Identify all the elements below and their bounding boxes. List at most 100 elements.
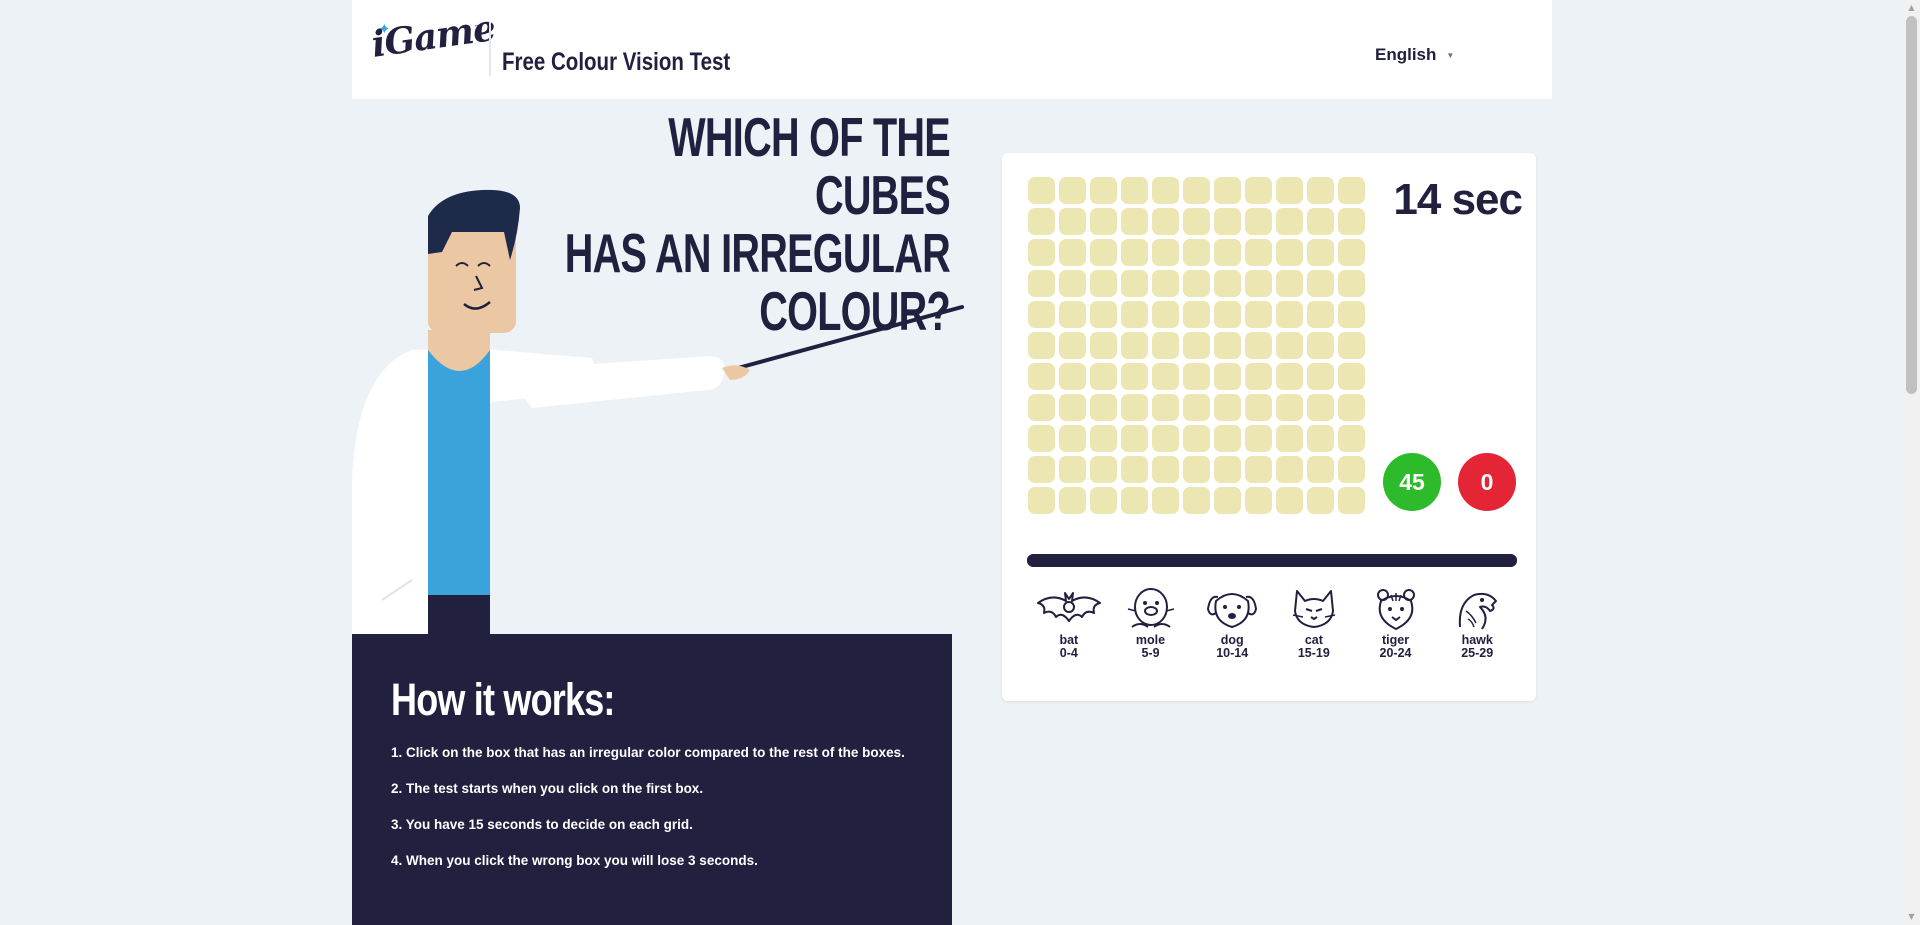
grid-cell[interactable] (1059, 301, 1086, 328)
grid-cell[interactable] (1121, 487, 1148, 514)
grid-cell[interactable] (1059, 394, 1086, 421)
grid-cell[interactable] (1214, 332, 1241, 359)
grid-cell[interactable] (1059, 270, 1086, 297)
grid-cell[interactable] (1338, 239, 1365, 266)
grid-cell[interactable] (1152, 363, 1179, 390)
grid-cell[interactable] (1183, 239, 1210, 266)
grid-cell[interactable] (1152, 487, 1179, 514)
grid-cell[interactable] (1183, 425, 1210, 452)
grid-cell[interactable] (1121, 425, 1148, 452)
grid-cell[interactable] (1090, 301, 1117, 328)
grid-cell[interactable] (1028, 301, 1055, 328)
grid-cell[interactable] (1183, 301, 1210, 328)
grid-cell[interactable] (1276, 208, 1303, 235)
grid-cell[interactable] (1214, 270, 1241, 297)
grid-cell[interactable] (1307, 456, 1334, 483)
language-selector[interactable]: English ▼ (1375, 45, 1454, 65)
grid-cell[interactable] (1028, 394, 1055, 421)
grid-cell[interactable] (1090, 363, 1117, 390)
grid-cell[interactable] (1059, 363, 1086, 390)
grid-cell[interactable] (1276, 177, 1303, 204)
grid-cell[interactable] (1152, 208, 1179, 235)
grid-cell[interactable] (1245, 177, 1272, 204)
grid-cell[interactable] (1338, 394, 1365, 421)
grid-cell[interactable] (1090, 270, 1117, 297)
grid-cell[interactable] (1276, 301, 1303, 328)
grid-cell[interactable] (1183, 394, 1210, 421)
grid-cell[interactable] (1090, 332, 1117, 359)
grid-cell[interactable] (1307, 487, 1334, 514)
grid-cell[interactable] (1338, 425, 1365, 452)
grid-cell[interactable] (1121, 363, 1148, 390)
grid-cell[interactable] (1121, 394, 1148, 421)
grid-cell[interactable] (1183, 332, 1210, 359)
grid-cell[interactable] (1276, 456, 1303, 483)
grid-cell[interactable] (1214, 394, 1241, 421)
grid-cell[interactable] (1090, 487, 1117, 514)
grid-cell[interactable] (1152, 456, 1179, 483)
grid-cell[interactable] (1028, 363, 1055, 390)
grid-cell[interactable] (1090, 177, 1117, 204)
grid-cell[interactable] (1059, 456, 1086, 483)
grid-cell[interactable] (1338, 363, 1365, 390)
igame-logo[interactable]: ✦ iGame ™ (369, 7, 497, 78)
grid-cell[interactable] (1183, 487, 1210, 514)
grid-cell[interactable] (1245, 239, 1272, 266)
grid-cell[interactable] (1245, 363, 1272, 390)
grid-cell[interactable] (1276, 425, 1303, 452)
grid-cell[interactable] (1245, 456, 1272, 483)
grid-cell[interactable] (1307, 425, 1334, 452)
grid-cell[interactable] (1307, 394, 1334, 421)
grid-cell[interactable] (1338, 456, 1365, 483)
grid-cell[interactable] (1028, 208, 1055, 235)
grid-cell[interactable] (1307, 332, 1334, 359)
grid-cell[interactable] (1183, 177, 1210, 204)
grid-cell[interactable] (1152, 332, 1179, 359)
grid-cell[interactable] (1338, 270, 1365, 297)
grid-cell[interactable] (1183, 270, 1210, 297)
scrollbar-thumb[interactable] (1906, 16, 1917, 394)
grid-cell[interactable] (1245, 301, 1272, 328)
grid-cell[interactable] (1090, 208, 1117, 235)
grid-cell[interactable] (1245, 208, 1272, 235)
grid-cell[interactable] (1121, 301, 1148, 328)
grid-cell[interactable] (1276, 363, 1303, 390)
grid-cell[interactable] (1090, 239, 1117, 266)
grid-cell[interactable] (1090, 425, 1117, 452)
scroll-down-arrow-icon[interactable]: ▼ (1903, 909, 1920, 925)
grid-cell[interactable] (1028, 270, 1055, 297)
grid-cell[interactable] (1307, 363, 1334, 390)
grid-cell[interactable] (1214, 456, 1241, 483)
grid-cell[interactable] (1338, 332, 1365, 359)
page-scrollbar[interactable]: ▲ ▼ (1903, 0, 1920, 925)
grid-cell[interactable] (1028, 177, 1055, 204)
grid-cell[interactable] (1307, 177, 1334, 204)
grid-cell[interactable] (1121, 456, 1148, 483)
grid-cell[interactable] (1276, 270, 1303, 297)
grid-cell[interactable] (1276, 332, 1303, 359)
scroll-up-arrow-icon[interactable]: ▲ (1903, 0, 1920, 16)
grid-cell[interactable] (1028, 425, 1055, 452)
grid-cell[interactable] (1059, 425, 1086, 452)
grid-cell[interactable] (1059, 208, 1086, 235)
grid-cell[interactable] (1152, 177, 1179, 204)
grid-cell[interactable] (1245, 394, 1272, 421)
grid-cell[interactable] (1121, 239, 1148, 266)
grid-cell[interactable] (1307, 239, 1334, 266)
grid-cell[interactable] (1338, 208, 1365, 235)
grid-cell[interactable] (1338, 301, 1365, 328)
grid-cell[interactable] (1245, 425, 1272, 452)
grid-cell[interactable] (1307, 301, 1334, 328)
grid-cell[interactable] (1338, 177, 1365, 204)
grid-cell[interactable] (1028, 239, 1055, 266)
grid-cell[interactable] (1121, 177, 1148, 204)
grid-cell[interactable] (1152, 270, 1179, 297)
grid-cell[interactable] (1245, 270, 1272, 297)
grid-cell[interactable] (1276, 394, 1303, 421)
grid-cell[interactable] (1121, 332, 1148, 359)
grid-cell[interactable] (1307, 270, 1334, 297)
grid-cell[interactable] (1121, 208, 1148, 235)
grid-cell[interactable] (1214, 208, 1241, 235)
grid-cell[interactable] (1090, 456, 1117, 483)
grid-cell[interactable] (1214, 487, 1241, 514)
